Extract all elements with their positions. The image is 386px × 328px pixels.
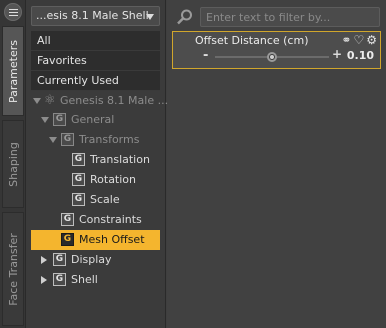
search-icon[interactable] [176,8,194,26]
tree-item-label: Translation [90,153,150,166]
group-icon: G [61,133,74,146]
tree-item-label: General [71,113,115,126]
favorite-heart-icon[interactable]: ♡ [353,33,364,47]
tree-item-constraints[interactable]: G Constraints [31,210,160,230]
tree-item-rotation[interactable]: G Rotation [31,170,160,190]
property-slider-offset-distance[interactable]: Offset Distance (cm) ⚭ ♡ ⚙ - + 0.10 [172,31,381,69]
expand-arrow-icon[interactable] [41,276,47,284]
node-selector-value: ...esis 8.1 Male Shell [36,9,149,22]
group-icon: G [72,193,85,206]
group-icon: G [53,113,66,126]
filter-input[interactable] [200,7,380,27]
expand-arrow-icon[interactable] [49,137,57,143]
tree-item-transforms[interactable]: G Transforms [31,130,160,150]
tab-face-transfer-label: Face Transfer [6,232,20,306]
tree-item-label: Display [71,253,112,266]
category-all-label: All [37,34,51,47]
tree-item-scale[interactable]: G Scale [31,190,160,210]
group-icon: G [61,213,74,226]
tree-item-label: Genesis 8.1 Male ... [60,94,169,107]
property-group-panel: ...esis 8.1 Male Shell All Favorites Cur… [26,0,168,328]
tree-item-display[interactable]: G Display [31,250,160,270]
tree-item-shell[interactable]: G Shell [31,270,160,290]
group-icon: G [72,173,85,186]
tree-item-mesh-offset[interactable]: G Mesh Offset [31,230,160,250]
tab-parameters-label: Parameters [6,39,20,103]
property-value[interactable]: 0.10 [347,49,374,62]
group-icon: G [53,273,66,286]
property-label: Offset Distance (cm) [195,34,309,47]
panel-menu-icon[interactable] [4,3,22,21]
category-favorites-label: Favorites [37,54,87,67]
tree-item-label: Rotation [90,173,137,186]
link-icon[interactable]: ⚭ [341,33,351,47]
expand-arrow-icon[interactable] [41,256,47,264]
tree-item-label: Constraints [79,213,142,226]
increment-button[interactable]: + [332,47,342,61]
group-icon: G [61,233,74,246]
group-icon: G [72,153,85,166]
category-all[interactable]: All [31,31,160,51]
tab-shaping[interactable]: Shaping [2,120,24,208]
tree-item-translation[interactable]: G Translation [31,150,160,170]
tree-item-label: Transforms [79,133,140,146]
tab-rail: Parameters Shaping Face Transfer [0,0,26,328]
expand-arrow-icon[interactable] [33,98,41,104]
gear-icon[interactable]: ⚙ [366,33,377,47]
tree-item-label: Mesh Offset [79,233,145,246]
node-selector-dropdown[interactable]: ...esis 8.1 Male Shell [31,6,160,26]
slider-knob[interactable] [267,52,277,62]
expand-arrow-icon[interactable] [41,117,49,123]
tree-item-label: Shell [71,273,98,286]
property-list-panel: Offset Distance (cm) ⚭ ♡ ⚙ - + 0.10 [167,0,386,328]
tab-parameters[interactable]: Parameters [2,26,24,116]
tree-item-general[interactable]: G General [31,110,160,130]
tree-item-label: Scale [90,193,120,206]
category-currently-used-label: Currently Used [37,74,119,87]
property-icons: ⚭ ♡ ⚙ [341,33,377,47]
category-currently-used[interactable]: Currently Used [31,71,160,91]
tree-item-root[interactable]: ⚛ Genesis 8.1 Male ... [31,91,168,111]
category-favorites[interactable]: Favorites [31,51,160,71]
group-icon: G [53,253,66,266]
decrement-button[interactable]: - [203,48,208,63]
chevron-down-icon [146,14,154,20]
tab-shaping-label: Shaping [6,141,20,187]
tab-face-transfer[interactable]: Face Transfer [2,212,24,326]
figure-icon: ⚛ [44,93,56,108]
